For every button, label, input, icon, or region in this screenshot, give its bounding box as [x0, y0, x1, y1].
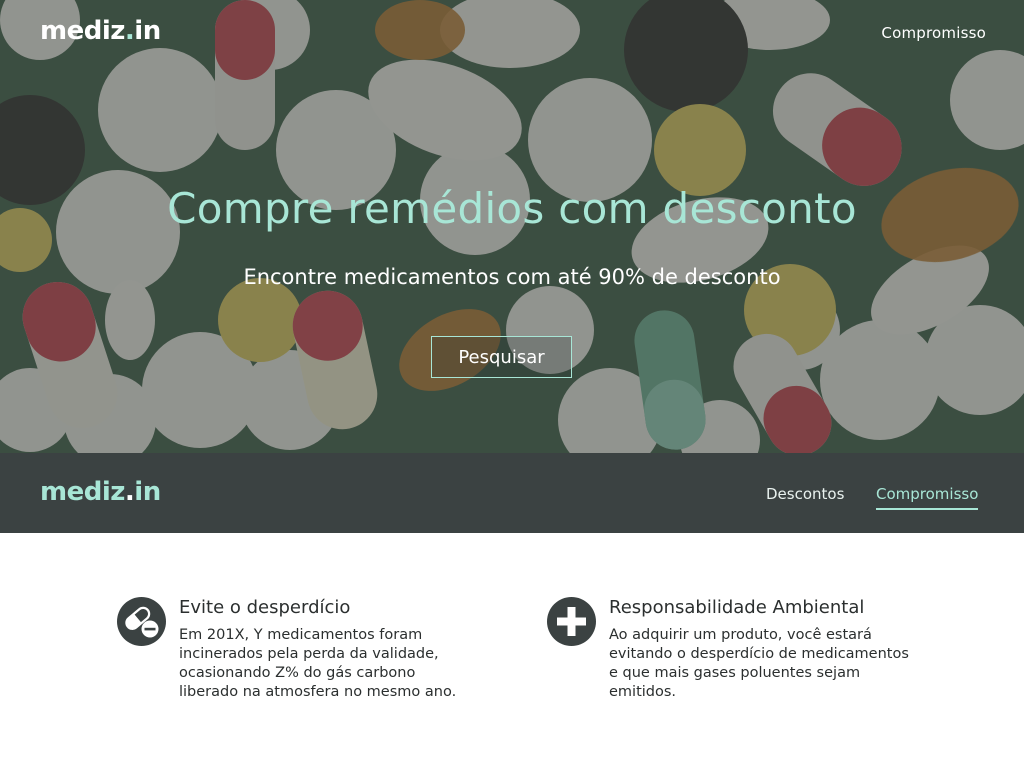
pills-icon — [117, 597, 166, 646]
hero-section: mediz.in Compromisso Compre remédios com… — [0, 0, 1024, 453]
nav-link-compromisso[interactable]: Compromisso — [876, 485, 979, 510]
brand-logo-name: mediz — [40, 16, 125, 46]
hero-subtitle: Encontre medicamentos com até 90% de des… — [243, 265, 781, 289]
navbar-brand-logo[interactable]: mediz.in — [40, 477, 161, 507]
navbar-brand-logo-name: mediz — [40, 477, 125, 507]
nav-link-descontos[interactable]: Descontos — [766, 485, 844, 503]
hero-title: Compre remédios com desconto — [167, 184, 857, 233]
brand-logo-dot: . — [124, 16, 135, 46]
feature-text: Em 201X, Y medicamentos foram incinerado… — [179, 627, 457, 700]
navbar-brand-logo-dot: . — [124, 477, 135, 507]
feature-title: Responsabilidade Ambiental — [609, 597, 865, 618]
hero-nav-link-compromisso[interactable]: Compromisso — [881, 24, 986, 42]
feature-title: Evite o desperdício — [179, 597, 351, 618]
plus-icon — [547, 597, 596, 646]
navbar-brand-logo-tld: in — [134, 477, 161, 507]
main-navbar: mediz.in Descontos Compromisso — [0, 453, 1024, 533]
features-section: Evite o desperdício Em 201X, Y medicamen… — [0, 533, 1024, 768]
brand-logo[interactable]: mediz.in — [40, 16, 161, 46]
brand-logo-tld: in — [134, 16, 161, 46]
feature-text: Ao adquirir um produto, você estará evit… — [609, 627, 909, 700]
search-button[interactable]: Pesquisar — [431, 336, 572, 378]
